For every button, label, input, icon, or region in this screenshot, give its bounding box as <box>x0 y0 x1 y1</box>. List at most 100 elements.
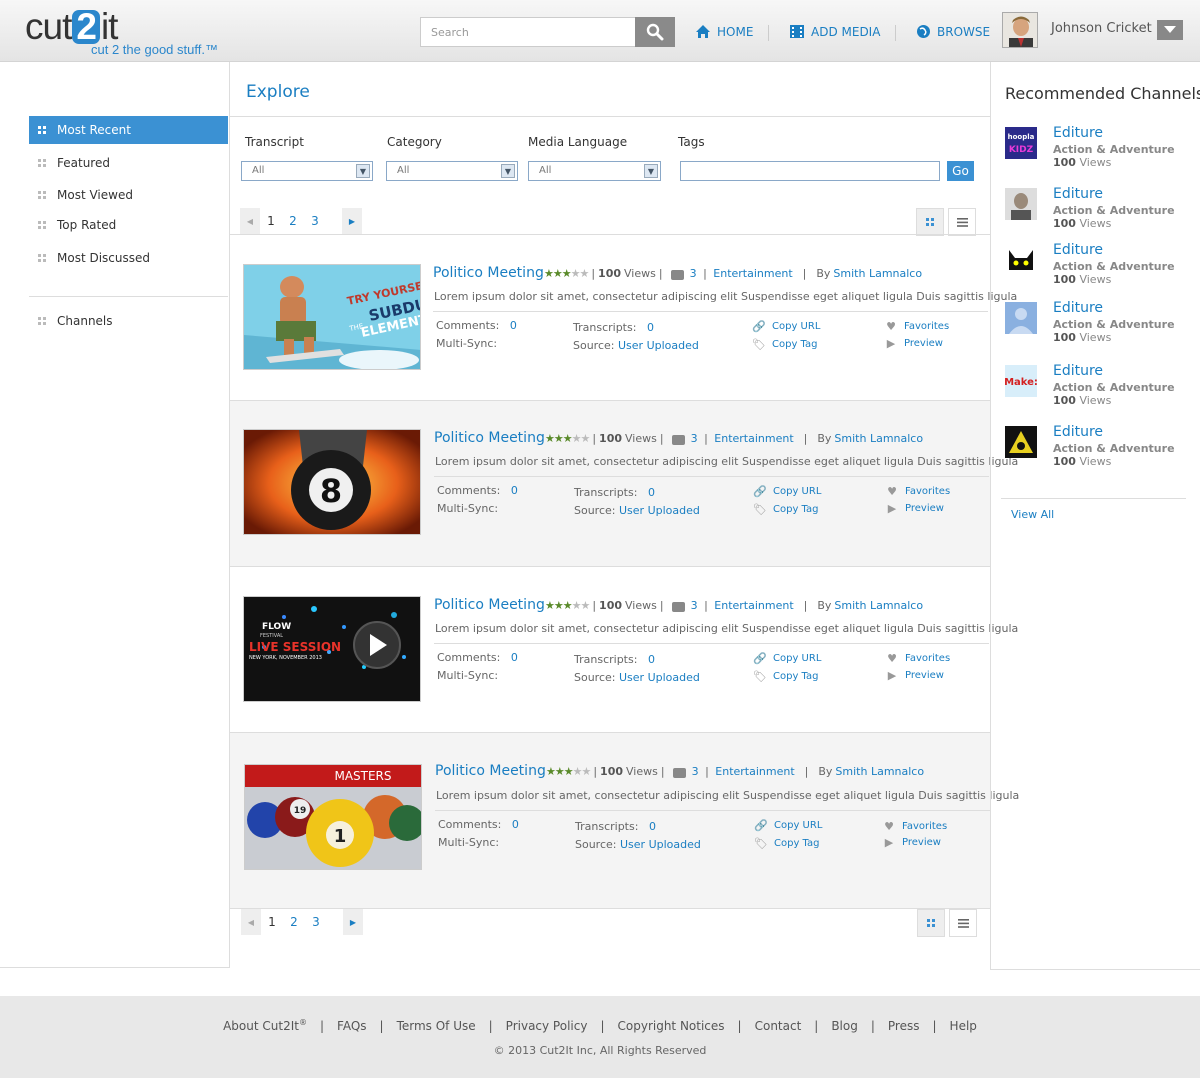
media-thumbnail[interactable]: 8 <box>243 429 421 535</box>
media-thumbnail[interactable]: MASTERS 19 1 <box>244 764 422 870</box>
channel-name-link[interactable]: Editure <box>1053 424 1103 440</box>
list-view-button[interactable] <box>948 208 976 236</box>
sidebar-item-featured[interactable]: Featured <box>29 149 228 177</box>
copy-tag-link[interactable]: 🏷 Copy Tag <box>754 837 819 850</box>
sidebar-item-most-discussed[interactable]: Most Discussed <box>29 244 228 272</box>
copy-tag-link[interactable]: 🏷 Copy Tag <box>752 338 817 351</box>
preview-link[interactable]: ▶ Preview <box>885 502 944 515</box>
copy-tag-link[interactable]: 🏷 Copy Tag <box>753 503 818 516</box>
channel-thumbnail[interactable] <box>1005 244 1037 276</box>
channel-name-link[interactable]: Editure <box>1053 363 1103 379</box>
page-link-1[interactable]: 1 <box>260 214 282 228</box>
copy-url-link[interactable]: 🔗 Copy URL <box>753 485 821 498</box>
media-title-link[interactable]: Politico Meeting <box>435 763 546 779</box>
category-link[interactable]: Entertainment <box>714 599 793 612</box>
channel-item[interactable]: Editure Action & Adventure 100 Views <box>1005 424 1195 474</box>
comments-count-link[interactable]: 3 <box>692 765 699 778</box>
user-menu-dropdown[interactable] <box>1157 20 1183 40</box>
author-link[interactable]: Smith Lamnalco <box>834 432 923 445</box>
channel-thumbnail[interactable] <box>1005 188 1037 220</box>
category-select[interactable]: All ▼ <box>386 161 518 181</box>
favorites-link[interactable]: ♥ Favorites <box>882 820 947 833</box>
rating-stars-icon[interactable]: ★★★★★ <box>544 267 589 280</box>
transcripts-value[interactable]: 0 <box>649 820 656 833</box>
channel-name-link[interactable]: Editure <box>1053 186 1103 202</box>
next-page-button[interactable]: ▶ <box>343 909 363 935</box>
page-link-1[interactable]: 1 <box>261 915 283 929</box>
favorites-link[interactable]: ♥ Favorites <box>885 652 950 665</box>
page-link-2[interactable]: 2 <box>282 214 304 228</box>
nav-home[interactable]: HOME <box>695 24 753 39</box>
go-button[interactable]: Go <box>947 161 974 181</box>
channel-thumbnail[interactable]: Make: <box>1004 365 1038 397</box>
category-link[interactable]: Entertainment <box>715 765 794 778</box>
favorites-link[interactable]: ♥ Favorites <box>885 485 950 498</box>
author-link[interactable]: Smith Lamnalco <box>833 267 922 280</box>
prev-page-button[interactable]: ◀ <box>240 208 260 234</box>
transcripts-value[interactable]: 0 <box>648 653 655 666</box>
view-all-link[interactable]: View All <box>1011 508 1054 521</box>
tags-input[interactable] <box>680 161 940 181</box>
footer-link-blog[interactable]: Blog <box>831 1019 858 1033</box>
media-title-link[interactable]: Politico Meeting <box>433 265 544 281</box>
footer-link-contact[interactable]: Contact <box>755 1019 802 1033</box>
grid-view-button[interactable] <box>916 208 944 236</box>
source-value[interactable]: User Uploaded <box>619 504 700 517</box>
sidebar-item-top-rated[interactable]: Top Rated <box>29 211 228 239</box>
copy-url-link[interactable]: 🔗 Copy URL <box>753 652 821 665</box>
transcripts-value[interactable]: 0 <box>647 321 654 334</box>
author-link[interactable]: Smith Lamnalco <box>834 599 923 612</box>
channel-name-link[interactable]: Editure <box>1053 125 1103 141</box>
channel-item[interactable]: Editure Action & Adventure 100 Views <box>1005 242 1195 292</box>
channel-name-link[interactable]: Editure <box>1053 300 1103 316</box>
category-link[interactable]: Entertainment <box>714 432 793 445</box>
search-button[interactable] <box>635 17 675 47</box>
channel-thumbnail[interactable]: hoopla KIDZ <box>1005 127 1037 159</box>
transcripts-value[interactable]: 0 <box>648 486 655 499</box>
next-page-button[interactable]: ▶ <box>342 208 362 234</box>
channel-item[interactable]: Editure Action & Adventure 100 Views <box>1005 300 1195 350</box>
channel-item[interactable]: Make: Editure Action & Adventure 100 Vie… <box>1004 363 1195 413</box>
search-input[interactable]: Search <box>420 17 636 47</box>
media-title-link[interactable]: Politico Meeting <box>434 597 545 613</box>
channel-thumbnail[interactable] <box>1005 302 1037 334</box>
favorites-link[interactable]: ♥ Favorites <box>884 320 949 333</box>
footer-link-faqs[interactable]: FAQs <box>337 1019 367 1033</box>
page-link-3[interactable]: 3 <box>304 214 326 228</box>
prev-page-button[interactable]: ◀ <box>241 909 261 935</box>
source-value[interactable]: User Uploaded <box>618 339 699 352</box>
footer-link-press[interactable]: Press <box>888 1019 920 1033</box>
channel-item[interactable]: Editure Action & Adventure 100 Views <box>1005 186 1195 236</box>
page-link-3[interactable]: 3 <box>305 915 327 929</box>
copy-url-link[interactable]: 🔗 Copy URL <box>754 819 822 832</box>
media-title-link[interactable]: Politico Meeting <box>434 430 545 446</box>
media-thumbnail[interactable]: FLOW FESTIVAL LIVE SESSION NEW YORK, NOV… <box>243 596 421 702</box>
sidebar-item-channels[interactable]: Channels <box>29 307 228 335</box>
comments-count-link[interactable]: 3 <box>691 599 698 612</box>
comments-count-link[interactable]: 3 <box>691 432 698 445</box>
transcript-select[interactable]: All ▼ <box>241 161 373 181</box>
footer-link-about[interactable]: About Cut2It® <box>223 1018 307 1033</box>
sidebar-item-most-viewed[interactable]: Most Viewed <box>29 181 228 209</box>
footer-link-privacy[interactable]: Privacy Policy <box>506 1019 588 1033</box>
channel-item[interactable]: hoopla KIDZ Editure Action & Adventure 10… <box>1005 125 1195 175</box>
media-language-select[interactable]: All ▼ <box>528 161 661 181</box>
footer-link-terms[interactable]: Terms Of Use <box>397 1019 476 1033</box>
grid-view-button[interactable] <box>917 909 945 937</box>
page-link-2[interactable]: 2 <box>283 915 305 929</box>
copy-tag-link[interactable]: 🏷 Copy Tag <box>753 670 818 683</box>
category-link[interactable]: Entertainment <box>713 267 792 280</box>
preview-link[interactable]: ▶ Preview <box>885 669 944 682</box>
footer-link-help[interactable]: Help <box>950 1019 977 1033</box>
source-value[interactable]: User Uploaded <box>619 671 700 684</box>
user-name[interactable]: Johnson Cricket <box>1051 21 1152 36</box>
list-view-button[interactable] <box>949 909 977 937</box>
copy-url-link[interactable]: 🔗 Copy URL <box>752 320 820 333</box>
cut2it-logo[interactable]: cut 2 it cut 2 the good stuff.™ <box>25 4 235 60</box>
comments-value[interactable]: 0 <box>511 651 518 664</box>
source-value[interactable]: User Uploaded <box>620 838 701 851</box>
channel-thumbnail[interactable] <box>1005 426 1037 458</box>
comments-value[interactable]: 0 <box>511 484 518 497</box>
author-link[interactable]: Smith Lamnalco <box>835 765 924 778</box>
preview-link[interactable]: ▶ Preview <box>882 836 941 849</box>
